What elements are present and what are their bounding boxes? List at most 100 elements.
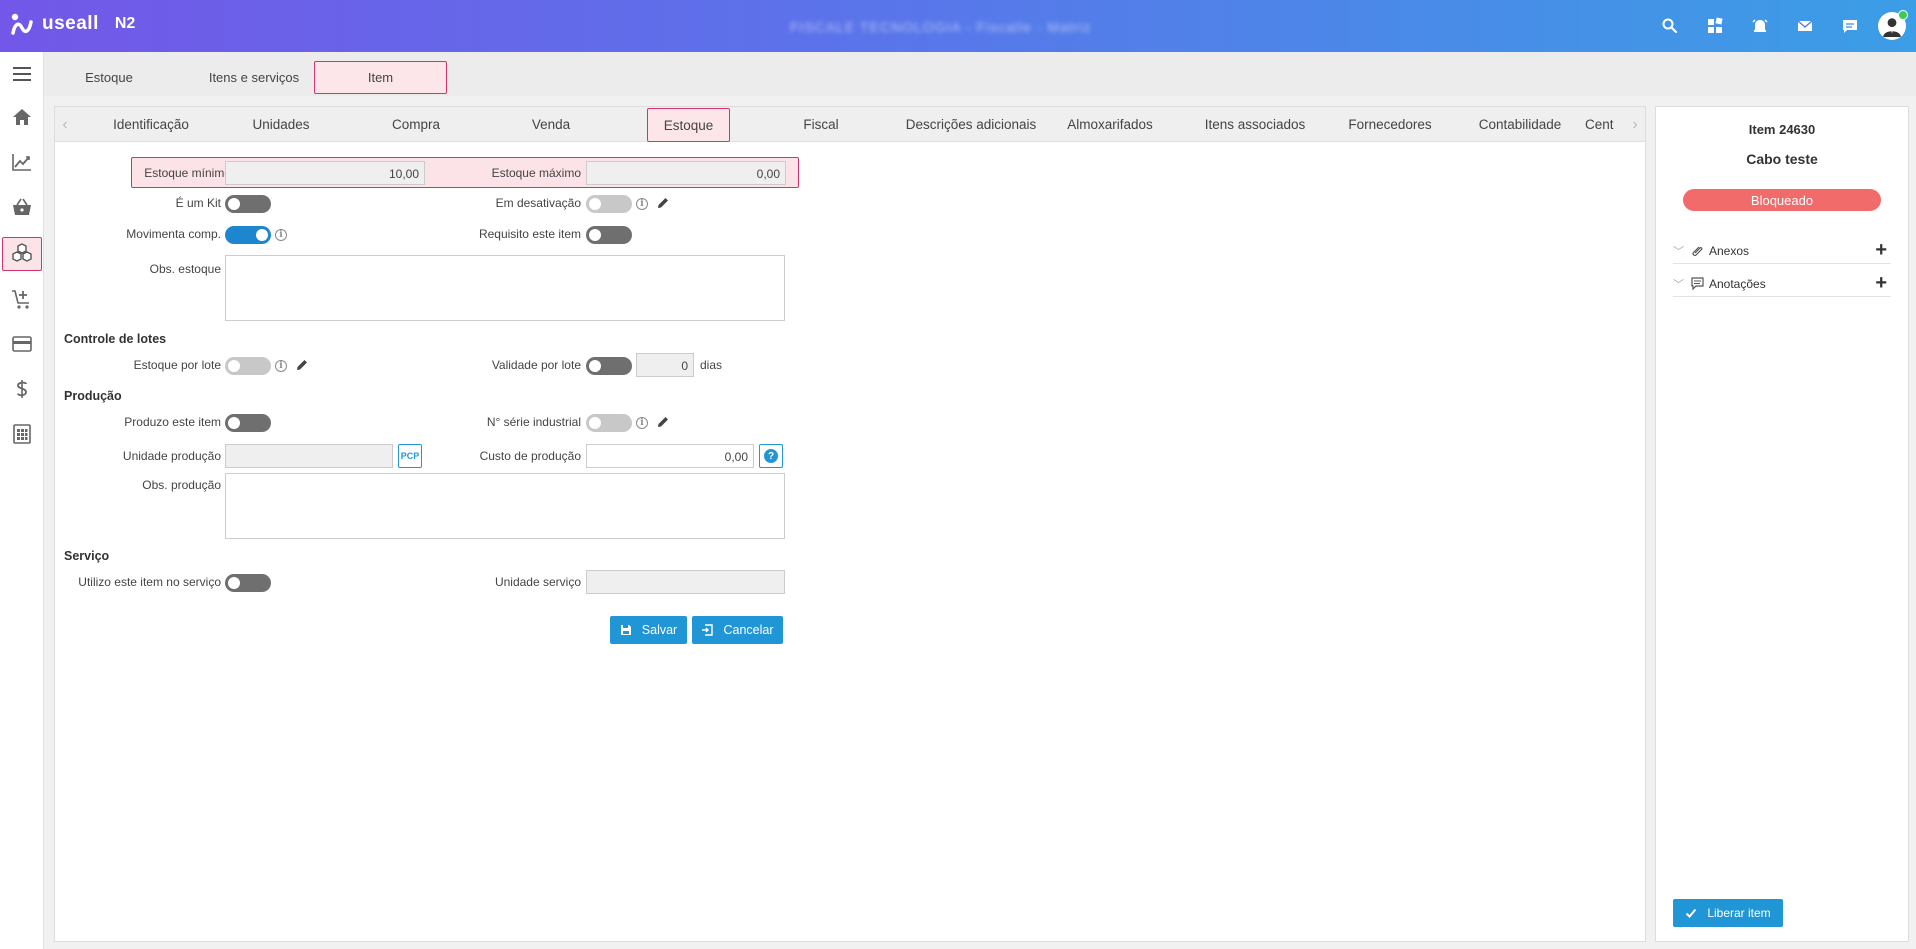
desativacao-edit-pencil-icon[interactable]	[656, 196, 670, 210]
liberar-item-button[interactable]: Liberar item	[1673, 899, 1783, 927]
obs-estoque-textarea[interactable]	[225, 255, 785, 321]
producao-heading: Produção	[64, 389, 122, 403]
estoque-lote-edit-pencil-icon[interactable]	[295, 358, 309, 372]
obs-producao-textarea[interactable]	[225, 473, 785, 539]
servico-heading: Serviço	[64, 549, 110, 563]
validade-dias-input[interactable]: 0	[636, 353, 694, 377]
validade-lote-toggle[interactable]	[586, 357, 632, 375]
sidebar-menu-toggle[interactable]	[2, 57, 42, 91]
left-sidebar	[0, 52, 44, 949]
estoque-maximo-input[interactable]: 0,00	[586, 161, 786, 185]
tab-contabilidade[interactable]: Contabilidade	[1455, 107, 1585, 142]
kit-toggle[interactable]	[225, 195, 271, 213]
chevron-down-icon: ﹀	[1673, 278, 1684, 291]
sidebar-item-stock[interactable]	[2, 237, 42, 271]
calculator-icon	[13, 424, 31, 444]
floppy-save-icon	[620, 625, 631, 635]
tabs-scroll-right[interactable]: ›	[1627, 107, 1643, 142]
tab-unidades[interactable]: Unidades	[226, 107, 336, 142]
tab-almoxarifados[interactable]: Almoxarifados	[1050, 107, 1170, 142]
tab-fiscal[interactable]: Fiscal	[766, 107, 876, 142]
sidebar-item-home[interactable]	[2, 100, 42, 134]
chat-button[interactable]	[1827, 0, 1872, 52]
dollar-icon	[17, 380, 27, 398]
tab-itens-associados[interactable]: Itens associados	[1180, 107, 1330, 142]
salvar-button[interactable]: Salvar	[610, 616, 687, 644]
tab-identificacao[interactable]: Identificação	[91, 107, 211, 142]
unidade-servico-input[interactable]	[586, 570, 785, 594]
question-circle-icon: ?	[764, 449, 778, 463]
serie-toggle[interactable]	[586, 414, 632, 432]
serie-info-icon[interactable]: i	[636, 417, 648, 429]
tab-centro-custo[interactable]: Cent	[1585, 107, 1630, 142]
sidebar-item-sales[interactable]	[2, 190, 42, 224]
produzo-toggle[interactable]	[225, 414, 271, 432]
add-anexo-plus-icon[interactable]: +	[1875, 240, 1887, 260]
alerts-button[interactable]	[1737, 0, 1782, 52]
brand-name: useall	[42, 13, 99, 34]
basket-icon	[13, 198, 31, 215]
requisito-toggle[interactable]	[586, 226, 632, 244]
cancelar-button[interactable]: Cancelar	[692, 616, 783, 644]
mail-icon	[1797, 20, 1812, 31]
unidade-producao-label: Unidade produção	[122, 449, 221, 463]
custo-producao-input[interactable]: 0,00	[586, 444, 754, 468]
item-summary-panel: Item 24630 Cabo teste Bloqueado ﹀ Anexos…	[1655, 106, 1909, 942]
serie-edit-pencil-icon[interactable]	[656, 415, 670, 429]
tab-fornecedores[interactable]: Fornecedores	[1325, 107, 1455, 142]
messages-button[interactable]	[1782, 0, 1827, 52]
item-name: Cabo teste	[1746, 151, 1818, 167]
tabs-scroll-left[interactable]: ‹	[57, 107, 73, 142]
salvar-label: Salvar	[641, 623, 678, 637]
module-tabs: Estoque Itens e serviços Item	[44, 52, 1916, 96]
tab-compra[interactable]: Compra	[361, 107, 471, 142]
estoque-minimo-input[interactable]: 10,00	[225, 161, 425, 185]
apps-button[interactable]	[1692, 0, 1737, 52]
sidebar-item-accounting[interactable]	[2, 417, 42, 451]
movimenta-info-icon[interactable]: i	[275, 229, 287, 241]
comment-lines-icon	[1691, 277, 1704, 290]
movimenta-label: Movimenta comp.	[126, 227, 221, 241]
credit-card-icon	[12, 336, 32, 352]
tab-estoque-item[interactable]: Estoque	[647, 108, 730, 142]
sidebar-item-payments[interactable]	[2, 327, 42, 361]
brand-version: N2	[114, 15, 136, 32]
estoque-lote-label: Estoque por lote	[133, 358, 221, 372]
chevron-down-icon: ﹀	[1673, 245, 1684, 258]
desativacao-info-icon[interactable]: i	[636, 198, 648, 210]
home-icon	[13, 109, 31, 125]
tab-descricoes-adicionais[interactable]: Descrições adicionais	[891, 107, 1051, 142]
anotacoes-section[interactable]: ﹀ Anotações +	[1673, 271, 1891, 297]
item-number: Item 24630	[1748, 122, 1816, 137]
custo-help-button[interactable]: ?	[759, 444, 783, 468]
tab-estoque[interactable]: Estoque	[64, 61, 154, 94]
movimenta-toggle[interactable]	[225, 226, 271, 244]
sidebar-item-finance[interactable]	[2, 372, 42, 406]
dias-label: dias	[700, 358, 723, 372]
anexos-section[interactable]: ﹀ Anexos +	[1673, 238, 1891, 264]
pcp-button[interactable]: PCP	[398, 444, 422, 468]
unidade-producao-input[interactable]	[225, 444, 393, 468]
estoque-lote-info-icon[interactable]: i	[275, 360, 287, 372]
sign-out-icon	[702, 624, 714, 636]
line-chart-icon	[12, 154, 31, 171]
utilizo-toggle[interactable]	[225, 574, 271, 592]
sidebar-item-dashboard[interactable]	[2, 145, 42, 179]
brand-logo[interactable]: useall N2	[10, 12, 135, 36]
sidebar-item-purchases[interactable]	[2, 282, 42, 316]
tab-itens-servicos[interactable]: Itens e serviços	[189, 61, 319, 94]
desativacao-toggle[interactable]	[586, 195, 632, 213]
add-anotacao-plus-icon[interactable]: +	[1875, 273, 1887, 293]
chat-icon	[1842, 20, 1857, 33]
cancelar-label: Cancelar	[723, 623, 774, 637]
serie-label: N° série industrial	[486, 415, 581, 429]
online-status-dot	[1898, 10, 1908, 20]
estoque-maximo-label: Estoque máximo	[491, 166, 581, 180]
search-button[interactable]	[1647, 0, 1692, 52]
tab-item[interactable]: Item	[314, 61, 447, 94]
estoque-lote-toggle[interactable]	[225, 357, 271, 375]
company-name[interactable]: FISCALE TECNOLOGIA - Fiscalle - Matriz	[790, 19, 1091, 35]
user-avatar[interactable]	[1878, 10, 1908, 40]
tab-venda[interactable]: Venda	[496, 107, 606, 142]
apps-grid-icon	[1707, 17, 1723, 33]
